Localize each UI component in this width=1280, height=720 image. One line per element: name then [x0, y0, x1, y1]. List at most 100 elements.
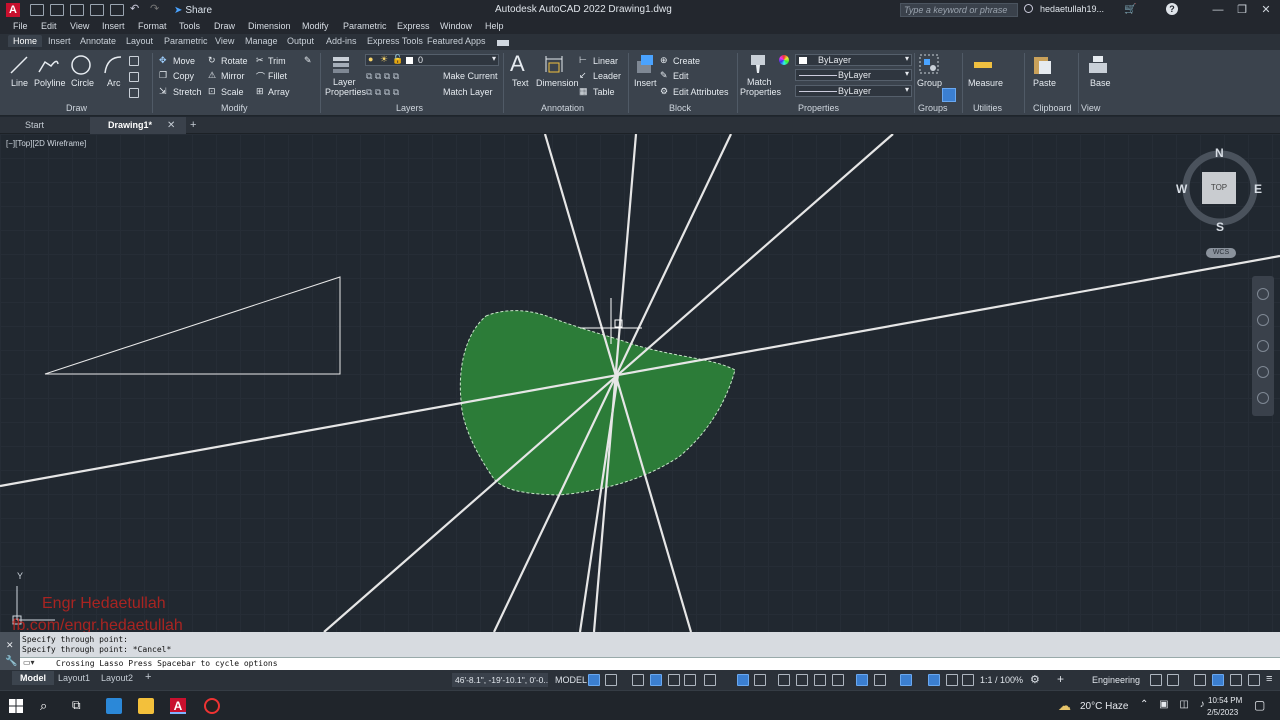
plot-icon[interactable] [110, 4, 124, 16]
measure-button[interactable]: Measure [968, 78, 1003, 88]
isolate-objects-icon[interactable] [1212, 674, 1224, 686]
viewcube-top-face[interactable]: TOP [1202, 172, 1236, 204]
menu-format[interactable]: Format [138, 21, 167, 31]
search-input[interactable]: Type a keyword or phrase [900, 3, 1018, 17]
tab-model[interactable]: Model [12, 671, 54, 685]
windows-start-icon[interactable] [8, 698, 24, 714]
compass-west[interactable]: W [1176, 182, 1187, 196]
match-properties-label-1[interactable]: Match [747, 77, 772, 87]
mail-icon[interactable] [106, 698, 122, 714]
tab-manage[interactable]: Manage [245, 36, 278, 46]
object-snap-icon[interactable] [754, 674, 766, 686]
layer-dropdown[interactable]: ● ☀ 🔓 0 ▾ [365, 54, 499, 66]
undo-icon[interactable]: ↶ [130, 4, 144, 16]
menu-modify[interactable]: Modify [302, 21, 329, 31]
clean-screen-icon[interactable] [1248, 674, 1260, 686]
annotation-visibility-icon[interactable] [928, 674, 940, 686]
fillet-button[interactable]: Fillet [268, 71, 287, 81]
quick-properties-icon[interactable] [1194, 674, 1206, 686]
user-account[interactable]: hedaetullah19... [1040, 4, 1104, 14]
auto-scale-icon[interactable] [946, 674, 958, 686]
ribbon-toggle-icon[interactable] [497, 40, 509, 46]
graphics-performance-icon[interactable] [1230, 674, 1242, 686]
layer-tools-icons-2[interactable]: ⧉ ⧉ ⧉ ⧉ [366, 87, 399, 98]
command-prompt-icon[interactable]: ▭▾ [23, 658, 35, 667]
close-icon[interactable]: ✕ [6, 640, 14, 651]
clock-date[interactable]: 2/5/2023 [1207, 708, 1238, 717]
wcs-menu[interactable]: WCS [1206, 248, 1236, 258]
customization-icon[interactable]: ≡ [1266, 673, 1272, 685]
leader-button[interactable]: Leader [593, 71, 621, 81]
linetype-dropdown[interactable]: ByLayer ▾ [795, 69, 912, 81]
menu-draw[interactable]: Draw [214, 21, 235, 31]
polar-icon[interactable] [684, 674, 696, 686]
compass-north[interactable]: N [1215, 146, 1224, 160]
drawing-canvas[interactable]: [−][Top][2D Wireframe] Y Engr Hedaetulla… [0, 134, 1280, 632]
erase-icon[interactable]: ✎ [304, 55, 312, 66]
ortho-icon[interactable] [668, 674, 680, 686]
gizmo-icon[interactable] [900, 674, 912, 686]
polyline-button[interactable]: Polyline [34, 78, 66, 88]
arc-button[interactable]: Arc [107, 78, 121, 88]
tab-add-ins[interactable]: Add-ins [326, 36, 357, 46]
help-icon[interactable]: ? [1166, 3, 1178, 15]
steering-wheel-icon[interactable] [1257, 288, 1269, 300]
tab-featured-apps[interactable]: Featured Apps [427, 36, 486, 46]
selection-cycling-icon[interactable] [814, 674, 826, 686]
search-icon[interactable]: ⌕ [40, 698, 56, 714]
maximize-icon[interactable]: ❐ [1234, 2, 1250, 18]
base-view-icon[interactable] [1087, 53, 1109, 75]
coordinates-readout[interactable]: 46'-8.1", -19'-10.1", 0'-0... [452, 673, 548, 687]
text-button[interactable]: Text [512, 78, 529, 88]
polyline-icon[interactable] [37, 54, 59, 76]
menu-view[interactable]: View [70, 21, 89, 31]
panel-title-modify[interactable]: Modify [221, 103, 248, 113]
make-current-button[interactable]: Make Current [443, 71, 498, 81]
create-button[interactable]: Create [673, 56, 700, 66]
drawing-geometry[interactable] [0, 134, 1280, 632]
workspace-switch[interactable]: Engineering [1092, 675, 1140, 685]
mirror-button[interactable]: Mirror [221, 71, 245, 81]
compass-east[interactable]: E [1254, 182, 1262, 196]
array-button[interactable]: Array [268, 87, 290, 97]
xline-4[interactable] [323, 134, 894, 632]
line-button[interactable]: Line [11, 78, 28, 88]
menu-express[interactable]: Express [397, 21, 430, 31]
tab-insert[interactable]: Insert [48, 36, 71, 46]
save-icon[interactable] [70, 4, 84, 16]
menu-file[interactable]: File [13, 21, 28, 31]
snap-icon[interactable] [605, 674, 617, 686]
layer-properties-icon[interactable] [330, 53, 352, 75]
edit-attributes-button[interactable]: Edit Attributes [673, 87, 729, 97]
object-snap-tracking-icon[interactable] [737, 674, 749, 686]
triangle-shape[interactable] [44, 276, 341, 375]
notifications-icon[interactable]: ▢ [1254, 698, 1265, 712]
paste-button[interactable]: Paste [1033, 78, 1056, 88]
close-icon[interactable]: ✕ [1258, 2, 1274, 18]
model-space-toggle[interactable]: MODEL [555, 675, 587, 685]
rectangle-icon[interactable] [129, 56, 139, 66]
menu-insert[interactable]: Insert [102, 21, 125, 31]
layer-properties-label-2[interactable]: Properties [325, 87, 366, 97]
insert-block-icon[interactable] [633, 53, 655, 75]
plus-icon[interactable]: + [1057, 672, 1064, 686]
menu-tools[interactable]: Tools [179, 21, 200, 31]
tab-parametric[interactable]: Parametric [164, 36, 208, 46]
tray-icons[interactable]: ⌃ ▣ ◫ ♪ [1140, 699, 1209, 710]
color-dropdown[interactable]: ByLayer ▾ [795, 54, 912, 66]
add-layout-icon[interactable]: + [145, 671, 151, 683]
trim-button[interactable]: Trim [268, 56, 286, 66]
grid-icon[interactable] [588, 674, 600, 686]
panel-title-block[interactable]: Block [669, 103, 691, 113]
compass-south[interactable]: S [1216, 220, 1224, 234]
table-button[interactable]: Table [593, 87, 615, 97]
tab-annotate[interactable]: Annotate [80, 36, 116, 46]
units-icon[interactable] [1167, 674, 1179, 686]
menu-help[interactable]: Help [485, 21, 504, 31]
tab-layout2[interactable]: Layout2 [101, 673, 133, 683]
panel-title-view[interactable]: View [1081, 103, 1100, 113]
copy-button[interactable]: Copy [173, 71, 194, 81]
cart-icon[interactable]: 🛒 [1124, 4, 1136, 15]
measure-icon[interactable] [972, 53, 994, 75]
tab-express-tools[interactable]: Express Tools [367, 36, 423, 46]
